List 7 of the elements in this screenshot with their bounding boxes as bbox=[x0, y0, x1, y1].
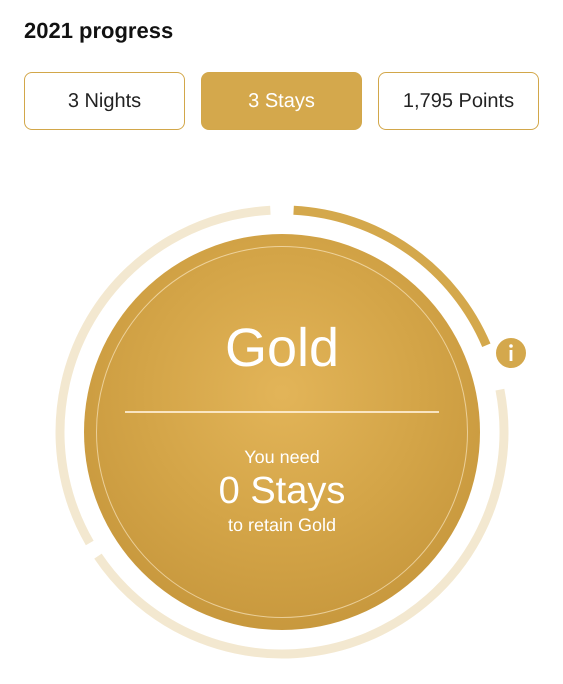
retain-label: to retain Gold bbox=[228, 515, 336, 536]
tab[interactable]: 3 Nights bbox=[24, 72, 185, 130]
tier-name: Gold bbox=[224, 317, 340, 379]
stays-count: 0 Stays bbox=[218, 470, 346, 513]
page-title: 2021 progress bbox=[24, 17, 174, 44]
need-label: You need bbox=[244, 447, 320, 468]
tab[interactable]: 1,795 Points bbox=[378, 72, 539, 130]
